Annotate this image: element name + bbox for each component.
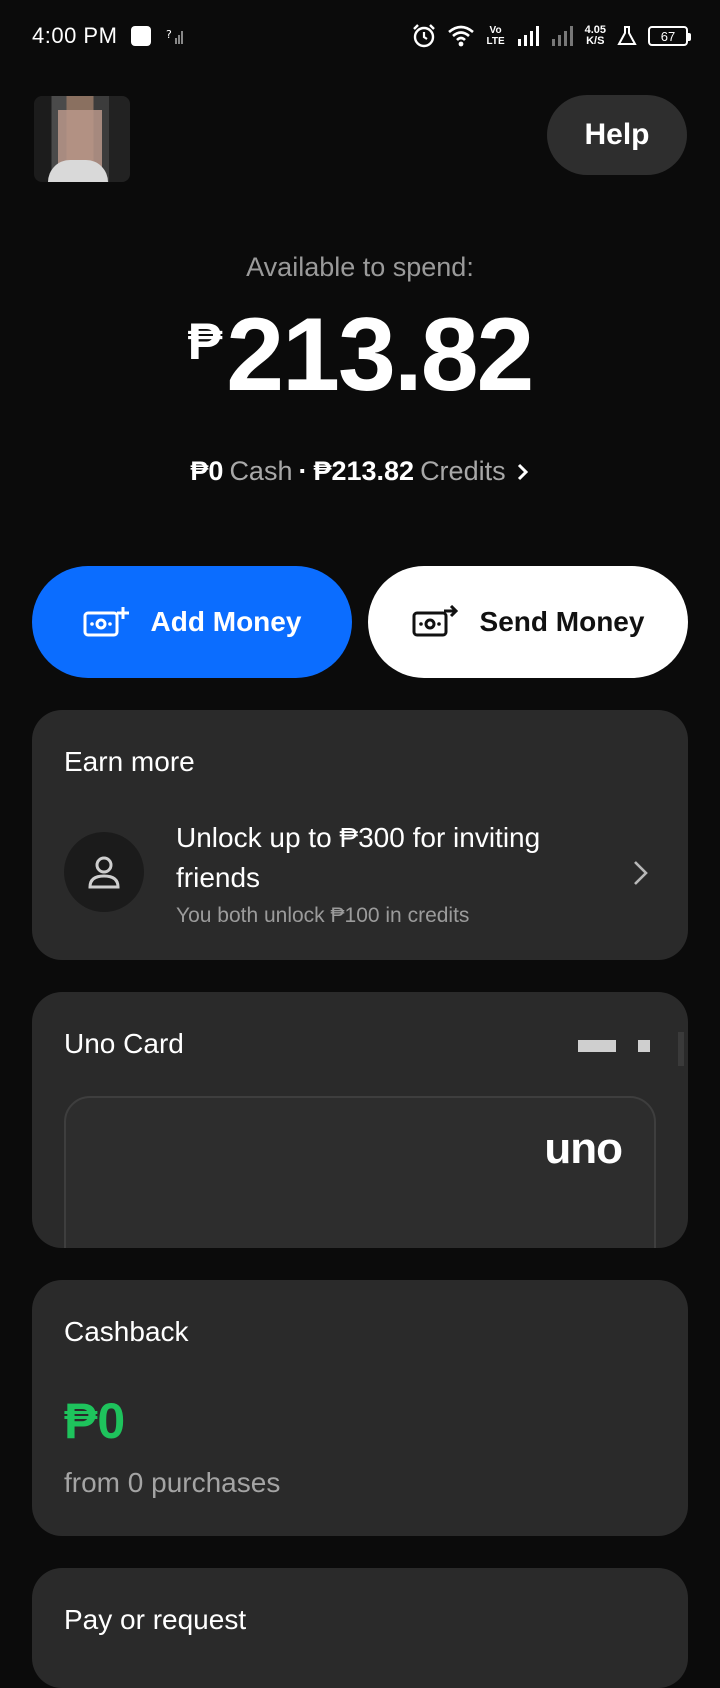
network-speed-unit: K/S [586, 35, 605, 47]
invite-icon-container [64, 832, 144, 912]
credits-amount: ₱213.82 [313, 456, 415, 486]
uno-card-preview[interactable]: uno [64, 1096, 656, 1248]
uno-card-section[interactable]: Uno Card uno [32, 992, 688, 1248]
pay-or-request-title: Pay or request [64, 1604, 247, 1635]
available-label: Available to spend: [246, 252, 474, 282]
earn-more-card[interactable]: Earn more Unlock up to ₱300 for inviting… [32, 710, 688, 960]
invite-subtext: You both unlock ₱100 in credits [176, 904, 470, 927]
battery-level: 67 [660, 28, 676, 44]
person-icon [88, 856, 120, 889]
redacted-area [578, 1032, 688, 1066]
add-money-label: Add Money [150, 606, 302, 637]
flask-icon [617, 26, 637, 45]
cash-label: Cash [229, 456, 293, 486]
cash-amount: ₱0 [190, 456, 224, 486]
balance-value: 213.82 [226, 297, 534, 413]
balance-breakdown-link[interactable]: ₱0 Cash · ₱213.82 Credits [0, 456, 720, 487]
uno-logo: uno [544, 1124, 623, 1173]
earn-more-title: Earn more [64, 746, 195, 777]
cashback-subtext: from 0 purchases [64, 1467, 281, 1498]
network-speed: 4.05 K/S [585, 25, 606, 47]
status-bar: 4:00 PM ? Vo LTE 4.05 K/S 67 [0, 0, 720, 72]
cashback-card[interactable]: Cashback ₱0 from 0 purchases [32, 1280, 688, 1536]
breakdown-separator: · [298, 456, 308, 486]
invite-headline: Unlock up to ₱300 for inviting friends [176, 822, 541, 893]
pay-or-request-card[interactable]: Pay or request [32, 1568, 688, 1688]
add-money-button[interactable]: Add Money [32, 566, 352, 678]
balance-amount: ₱ 213.82 [0, 300, 720, 410]
status-time: 4:00 PM [32, 23, 118, 48]
notification-icon [131, 26, 152, 46]
send-money-button[interactable]: Send Money [368, 566, 688, 678]
svg-text:?: ? [166, 28, 172, 41]
signal-strength-secondary-icon [551, 26, 573, 46]
signal-strength-icon [517, 26, 539, 46]
battery-icon: 67 [648, 26, 691, 46]
chevron-right-icon [517, 463, 528, 480]
volte-indicator: Vo LTE [486, 25, 505, 47]
wifi-icon [447, 25, 474, 47]
currency-symbol: ₱ [187, 313, 223, 371]
cashback-title: Cashback [64, 1316, 189, 1347]
no-sim-signal-icon: ? [166, 28, 184, 44]
help-button[interactable]: Help [547, 95, 687, 175]
credits-label: Credits [420, 456, 506, 486]
send-money-icon [412, 605, 458, 637]
avatar[interactable] [34, 96, 130, 182]
send-money-label: Send Money [479, 606, 645, 637]
add-money-icon [83, 607, 129, 637]
chevron-right-icon [634, 861, 648, 885]
uno-card-title: Uno Card [64, 1028, 184, 1059]
alarm-icon [412, 24, 435, 48]
cashback-amount: ₱0 [64, 1393, 126, 1449]
